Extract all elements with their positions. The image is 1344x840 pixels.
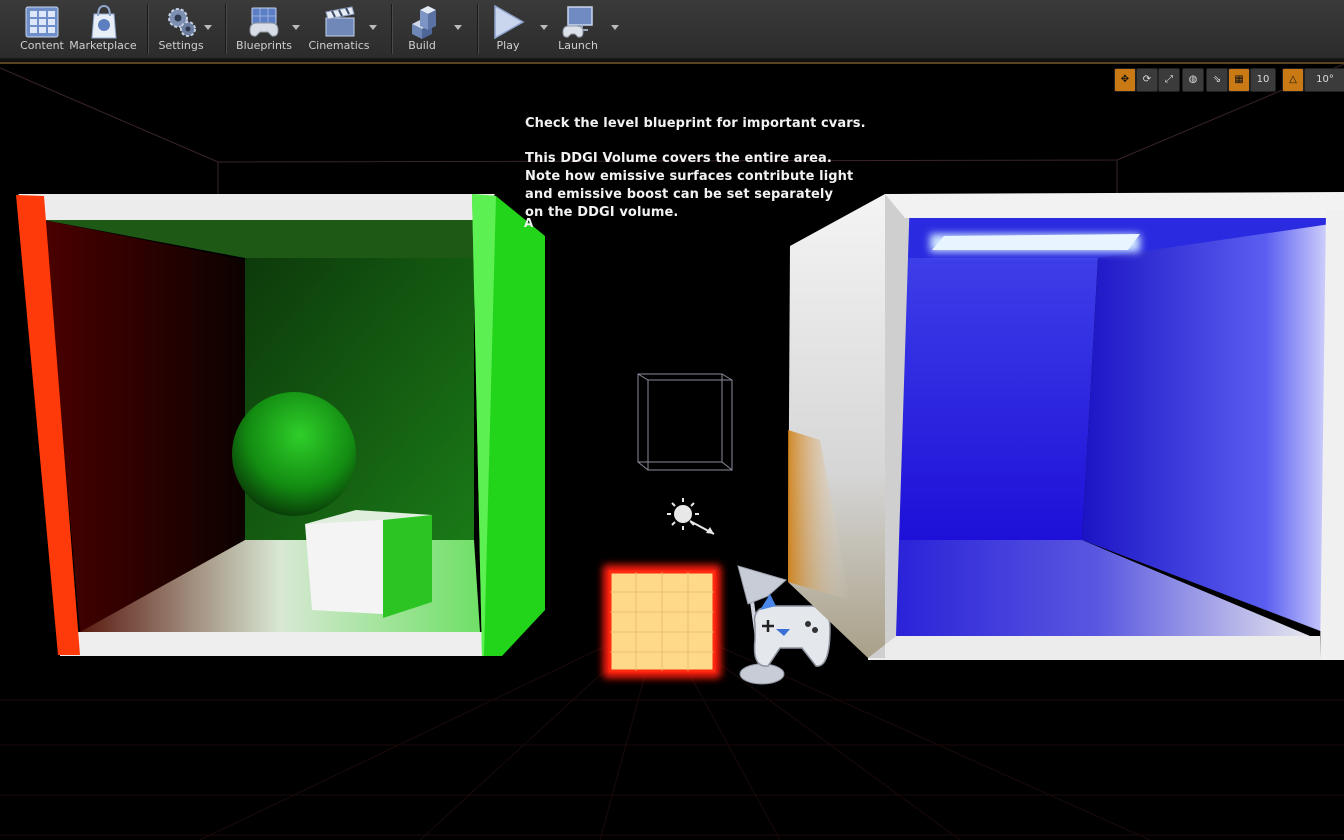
play-button[interactable]: Play — [486, 0, 550, 58]
launch-dropdown-caret-icon[interactable] — [611, 25, 619, 30]
main-toolbar: Content Marketplace Settings Blueprints — [0, 0, 1344, 59]
launch-label: Launch — [558, 39, 598, 52]
rotation-snap-value[interactable]: 10° — [1304, 68, 1344, 92]
green-sphere[interactable] — [232, 392, 356, 516]
blueprints-label: Blueprints — [236, 39, 292, 52]
toolbar-separator — [391, 4, 392, 54]
build-button[interactable]: Build — [400, 0, 468, 58]
blueprints-button[interactable]: Blueprints — [234, 0, 302, 58]
overlay-text-line3: Note how emissive surfaces contribute li… — [525, 169, 854, 184]
surface-snap-button[interactable]: ⇘ — [1206, 68, 1228, 92]
marketplace-bag-icon — [91, 4, 117, 39]
settings-label: Settings — [158, 39, 204, 52]
marketplace-button[interactable]: Marketplace — [69, 0, 137, 58]
play-dropdown-caret-icon[interactable] — [540, 25, 548, 30]
content-grid-icon — [25, 6, 59, 38]
toolbar-separator — [147, 4, 148, 54]
marketplace-label: Marketplace — [69, 39, 137, 52]
level-viewport[interactable]: ✥ ⟳ ⤢ ◍ ⇘ ▦ 10 △ 10° Check the level blu… — [0, 64, 1344, 840]
overlay-text-line5: on the DDGI volume. — [525, 205, 679, 220]
emissive-light-panel[interactable] — [603, 565, 721, 678]
settings-dropdown-caret-icon[interactable] — [204, 25, 212, 30]
cinematics-button[interactable]: Cinematics — [308, 0, 382, 58]
cinematics-dropdown-caret-icon[interactable] — [369, 25, 377, 30]
rotate-mode-button[interactable]: ⟳ — [1136, 68, 1158, 92]
rotation-snap-toggle-icon[interactable]: △ — [1282, 68, 1304, 92]
content-button[interactable]: Content — [14, 0, 70, 58]
grid-snap-toggle-icon[interactable]: ▦ — [1228, 68, 1250, 92]
blueprints-gamepad-icon — [249, 7, 279, 37]
blueprints-dropdown-caret-icon[interactable] — [292, 25, 300, 30]
scale-mode-button[interactable]: ⤢ — [1158, 68, 1180, 92]
launch-button[interactable]: Launch — [556, 0, 622, 58]
play-label: Play — [496, 39, 520, 52]
build-blocks-icon — [412, 6, 436, 39]
cinematics-label: Cinematics — [308, 39, 370, 52]
grid-snap-value[interactable]: 10 — [1250, 68, 1276, 92]
toolbar-separator — [477, 4, 478, 54]
viewport-controls: ✥ ⟳ ⤢ ◍ ⇘ ▦ 10 △ 10° — [1114, 68, 1344, 92]
cinematics-clapper-icon — [325, 6, 355, 37]
overlay-text-line4: and emissive boost can be set separately — [525, 187, 834, 202]
overlay-text-line2: This DDGI Volume covers the entire area. — [525, 151, 832, 166]
text-render-actor-marker[interactable]: A — [524, 214, 533, 232]
translate-mode-button[interactable]: ✥ — [1114, 68, 1136, 92]
right-room[interactable] — [788, 192, 1344, 660]
settings-button[interactable]: Settings — [156, 0, 216, 58]
white-cube[interactable] — [305, 510, 432, 618]
launch-monitor-icon — [562, 6, 593, 38]
left-room[interactable] — [16, 194, 545, 656]
build-dropdown-caret-icon[interactable] — [454, 25, 462, 30]
settings-gears-icon — [168, 8, 196, 37]
content-label: Content — [20, 39, 64, 52]
world-local-toggle-icon[interactable]: ◍ — [1182, 68, 1204, 92]
overlay-text-line1: Check the level blueprint for important … — [525, 116, 866, 131]
toolbar-separator — [225, 4, 226, 54]
play-icon — [494, 4, 525, 40]
build-label: Build — [408, 39, 436, 52]
